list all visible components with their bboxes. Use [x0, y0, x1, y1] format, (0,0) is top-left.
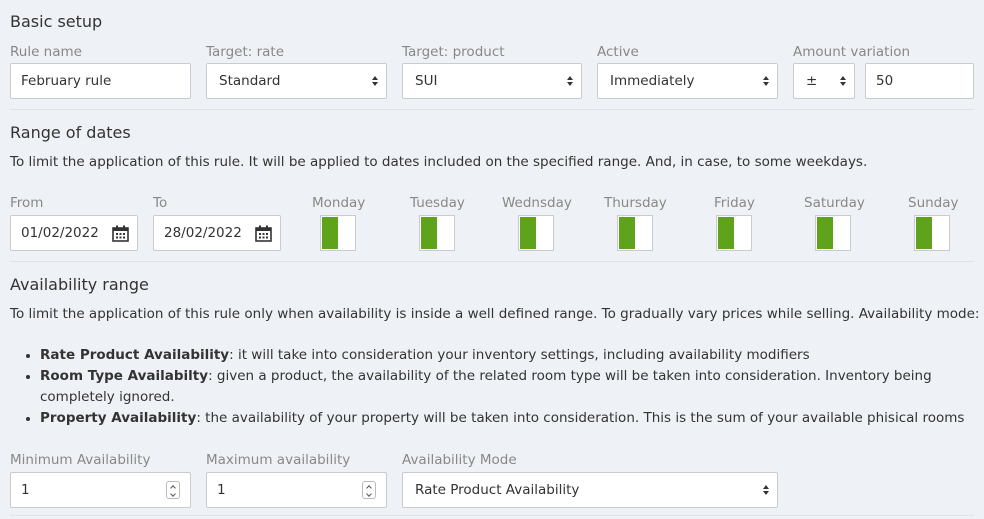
stepper-icon[interactable]: [166, 481, 180, 499]
availability-mode-label: Availability Mode: [402, 452, 517, 468]
from-date-input[interactable]: 01/02/2022: [10, 215, 138, 251]
weekday-label-sunday: Sunday: [908, 195, 959, 211]
toggle-on-indicator: [421, 217, 437, 249]
basic-setup-title: Basic setup: [10, 12, 103, 31]
availability-mode-value: Rate Product Availability: [415, 482, 580, 498]
rule-name-input[interactable]: February rule: [10, 63, 191, 99]
active-value: Immediately: [610, 73, 695, 89]
availability-mode-select[interactable]: Rate Product Availability: [402, 472, 778, 508]
toggle-wednesday[interactable]: [518, 215, 554, 251]
to-label: To: [153, 195, 168, 211]
amount-sign-select[interactable]: ±: [793, 63, 855, 99]
toggle-on-indicator: [718, 217, 734, 249]
select-arrows-icon: [372, 76, 378, 86]
rule-name-label: Rule name: [10, 44, 82, 60]
mode-text: : it will take into consideration your i…: [229, 347, 810, 363]
weekday-label-friday: Friday: [714, 195, 755, 211]
select-arrows-icon: [763, 485, 769, 495]
calendar-icon[interactable]: [112, 225, 129, 242]
range-of-dates-title: Range of dates: [10, 123, 131, 142]
minimum-availability-input[interactable]: 1: [10, 472, 191, 508]
target-product-value: SUI: [415, 73, 438, 89]
from-label: From: [10, 195, 44, 211]
divider: [10, 261, 974, 262]
maximum-availability-input[interactable]: 1: [206, 472, 387, 508]
target-rate-label: Target: rate: [206, 44, 285, 60]
active-label: Active: [597, 44, 639, 60]
divider: [10, 515, 974, 516]
toggle-on-indicator: [916, 217, 932, 249]
weekday-label-wednesday: Wednsday: [502, 195, 572, 211]
mode-name: Property Availability: [40, 410, 197, 426]
to-date-input[interactable]: 28/02/2022: [153, 215, 281, 251]
target-product-label: Target: product: [402, 44, 505, 60]
minimum-availability-label: Minimum Availability: [10, 452, 151, 468]
stepper-icon[interactable]: [362, 481, 376, 499]
availability-modes-list: Rate Product Availability: it will take …: [26, 345, 966, 429]
active-select[interactable]: Immediately: [597, 63, 778, 99]
weekday-label-monday: Monday: [312, 195, 366, 211]
mode-name: Rate Product Availability: [40, 347, 230, 363]
toggle-on-indicator: [817, 217, 833, 249]
toggle-monday[interactable]: [320, 215, 356, 251]
amount-variation-label: Amount variation: [793, 44, 911, 60]
from-date-value: 01/02/2022: [21, 225, 99, 241]
maximum-availability-value: 1: [217, 482, 226, 498]
rule-name-value: February rule: [21, 73, 112, 89]
availability-range-description: To limit the application of this rule on…: [10, 306, 980, 322]
toggle-thursday[interactable]: [617, 215, 653, 251]
to-date-value: 28/02/2022: [164, 225, 242, 241]
weekday-label-tuesday: Tuesday: [410, 195, 465, 211]
toggle-sunday[interactable]: [914, 215, 950, 251]
target-product-select[interactable]: SUI: [402, 63, 582, 99]
toggle-on-indicator: [520, 217, 536, 249]
availability-range-title: Availability range: [10, 275, 149, 294]
toggle-on-indicator: [322, 217, 338, 249]
mode-text: : the availability of your property will…: [196, 410, 965, 426]
list-item: Rate Product Availability: it will take …: [26, 345, 966, 366]
mode-name: Room Type Availabilty: [40, 368, 209, 384]
list-item: Property Availability: the availability …: [26, 408, 966, 429]
select-arrows-icon: [840, 76, 846, 86]
amount-value-input[interactable]: 50: [865, 63, 974, 99]
toggle-on-indicator: [619, 217, 635, 249]
weekday-label-thursday: Thursday: [604, 195, 667, 211]
maximum-availability-label: Maximum availability: [206, 452, 351, 468]
amount-value: 50: [876, 73, 894, 89]
target-rate-value: Standard: [219, 73, 281, 89]
toggle-friday[interactable]: [716, 215, 752, 251]
minimum-availability-value: 1: [21, 482, 30, 498]
target-rate-select[interactable]: Standard: [206, 63, 387, 99]
weekday-label-saturday: Saturday: [804, 195, 865, 211]
select-arrows-icon: [763, 76, 769, 86]
amount-sign-value: ±: [806, 73, 818, 89]
range-of-dates-description: To limit the application of this rule. I…: [10, 154, 868, 170]
select-arrows-icon: [567, 76, 573, 86]
toggle-saturday[interactable]: [815, 215, 851, 251]
calendar-icon[interactable]: [255, 225, 272, 242]
toggle-tuesday[interactable]: [419, 215, 455, 251]
list-item: Room Type Availabilty: given a product, …: [26, 366, 966, 408]
divider: [10, 109, 974, 110]
